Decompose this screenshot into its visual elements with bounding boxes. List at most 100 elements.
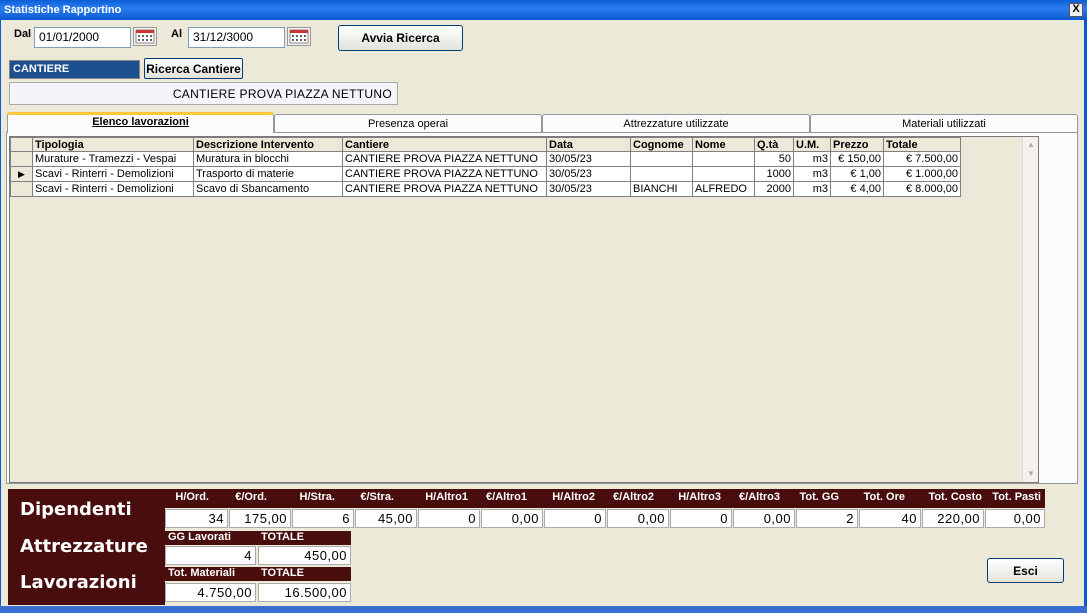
summary-panel: Dipendenti Attrezzature Lavorazioni H/Or… [8,489,1045,605]
dip-value: 0,00 [985,509,1045,528]
cell-cantiere[interactable]: CANTIERE PROVA PIAZZA NETTUNO [342,166,547,182]
column-header[interactable]: Prezzo [830,137,884,152]
cell-prezzo[interactable]: € 1,00 [830,166,884,182]
cell-descrizione[interactable]: Trasporto di materie [193,166,343,182]
cell-data[interactable]: 30/05/23 [546,181,631,197]
dal-date-field[interactable]: 01/01/2000 [34,27,131,48]
lavorazioni-label: Lavorazioni [20,572,137,593]
column-header[interactable]: Data [546,137,631,152]
tab-presenza-operai[interactable]: Presenza operai [274,114,542,133]
calendar-icon[interactable] [287,27,311,46]
cell-nome[interactable] [692,166,755,182]
table-row[interactable]: Murature - Tramezzi - Vespai Muratura in… [10,151,961,167]
grid-table: Tipologia Descrizione Intervento Cantier… [10,137,961,197]
dip-header: H/Ord. [175,491,209,503]
column-header[interactable]: Cantiere [342,137,547,152]
tab-attrezzature-utilizzate[interactable]: Attrezzature utilizzate [542,114,810,133]
cell-cognome[interactable]: BIANCHI [630,181,693,197]
dip-value: 0 [544,509,606,528]
cell-cognome[interactable] [630,151,693,167]
attr-value: 4 [165,546,256,565]
dip-header: €/Altro3 [739,491,780,503]
cell-cantiere[interactable]: CANTIERE PROVA PIAZZA NETTUNO [342,181,547,197]
cell-tipologia[interactable]: Murature - Tramezzi - Vespai [32,151,194,167]
cell-um[interactable]: m3 [793,181,831,197]
dip-value: 2 [796,509,858,528]
dip-value: 45,00 [355,509,417,528]
close-icon[interactable]: X [1069,3,1083,17]
tab-materiali-utilizzati[interactable]: Materiali utilizzati [810,114,1078,133]
cell-nome[interactable]: ALFREDO [692,181,755,197]
column-header[interactable]: Totale [883,137,961,152]
cell-tipologia[interactable]: Scavi - Rinterri - Demolizioni [32,181,194,197]
dip-value: 0,00 [481,509,543,528]
row-selector[interactable] [10,151,33,167]
dip-value: 220,00 [922,509,984,528]
avvia-ricerca-button[interactable]: Avvia Ricerca [338,25,463,51]
attr-header: GG Lavorati [168,531,231,543]
dip-value: 175,00 [229,509,291,528]
cell-data[interactable]: 30/05/23 [546,151,631,167]
vertical-scrollbar[interactable]: ▲ ▼ [1022,137,1038,482]
column-header[interactable]: Nome [692,137,755,152]
cell-qta[interactable]: 50 [754,151,794,167]
esci-button[interactable]: Esci [987,558,1064,583]
dip-header: H/Stra. [299,491,335,503]
cell-cantiere[interactable]: CANTIERE PROVA PIAZZA NETTUNO [342,151,547,167]
dip-value: 0 [670,509,732,528]
cell-qta[interactable]: 2000 [754,181,794,197]
dip-header: €/Stra. [360,491,394,503]
dipendenti-label: Dipendenti [20,499,132,520]
cell-qta[interactable]: 1000 [754,166,794,182]
lav-header: TOTALE [261,567,304,579]
dip-value: 34 [165,509,228,528]
cell-totale[interactable]: € 8.000,00 [883,181,961,197]
attr-value: 450,00 [258,546,351,565]
calendar-icon[interactable] [133,27,157,46]
dip-value: 6 [292,509,354,528]
scroll-down-icon[interactable]: ▼ [1023,466,1039,482]
table-row[interactable]: ▶ Scavi - Rinterri - Demolizioni Traspor… [10,166,961,182]
grid-header-row: Tipologia Descrizione Intervento Cantier… [10,137,961,152]
table-row[interactable]: Scavi - Rinterri - Demolizioni Scavo di … [10,181,961,197]
cell-totale[interactable]: € 7.500,00 [883,151,961,167]
cell-descrizione[interactable]: Scavo di Sbancamento [193,181,343,197]
column-header[interactable]: Tipologia [32,137,194,152]
column-header[interactable]: Q.tà [754,137,794,152]
dip-header: H/Altro1 [425,491,468,503]
row-selector-header [10,137,33,152]
lav-header: Tot. Materiali [168,567,236,579]
cell-totale[interactable]: € 1.000,00 [883,166,961,182]
dal-label: Dal [14,28,32,40]
cell-um[interactable]: m3 [793,151,831,167]
scroll-up-icon[interactable]: ▲ [1023,137,1039,153]
dip-header: Tot. Ore [863,491,905,503]
column-header[interactable]: Cognome [630,137,693,152]
cell-descrizione[interactable]: Muratura in blocchi [193,151,343,167]
dip-value: 0,00 [607,509,669,528]
cell-nome[interactable] [692,151,755,167]
taskbar-strip [0,606,1087,613]
al-date-field[interactable]: 31/12/3000 [188,27,285,48]
al-label: Al [171,28,182,40]
tab-elenco-lavorazioni[interactable]: Elenco lavorazioni [7,112,274,133]
cell-cognome[interactable] [630,166,693,182]
cell-data[interactable]: 30/05/23 [546,166,631,182]
column-header[interactable]: Descrizione Intervento [193,137,343,152]
selected-cantiere-field: CANTIERE PROVA PIAZZA NETTUNO [9,82,398,105]
cell-prezzo[interactable]: € 4,00 [830,181,884,197]
dip-value: 0,00 [733,509,795,528]
column-header[interactable]: U.M. [793,137,831,152]
cell-tipologia[interactable]: Scavi - Rinterri - Demolizioni [32,166,194,182]
row-selector[interactable] [10,181,33,197]
cell-um[interactable]: m3 [793,166,831,182]
lav-value: 4.750,00 [165,583,256,602]
lavorazioni-grid[interactable]: Tipologia Descrizione Intervento Cantier… [9,136,1039,483]
dip-header: H/Altro3 [678,491,721,503]
dip-header: Tot. Costo [928,491,982,503]
cell-prezzo[interactable]: € 150,00 [830,151,884,167]
ricerca-cantiere-button[interactable]: Ricerca Cantiere [144,58,243,79]
cantiere-label: CANTIERE [9,60,140,79]
current-row-indicator-icon[interactable]: ▶ [10,166,33,182]
attrezzature-label: Attrezzature [20,536,148,557]
